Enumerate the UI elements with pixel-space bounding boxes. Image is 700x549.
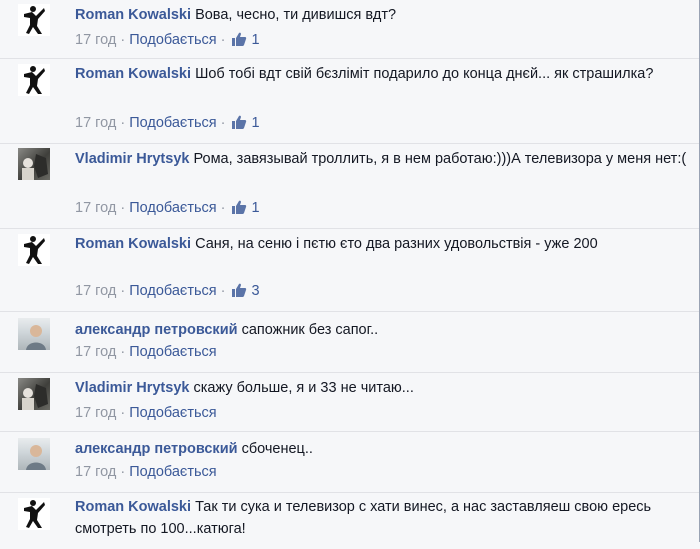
avatar[interactable] bbox=[18, 148, 50, 180]
comment-author[interactable]: Roman Kowalski bbox=[75, 499, 191, 515]
comment-item: Vladimir Hrytsyk скажу больше, я и 33 не… bbox=[0, 372, 699, 431]
comment-item: александр петровский сбоченец.. 17 год · П… bbox=[0, 431, 699, 492]
comment-text: Вова, чесно, ти дивишся вдт? bbox=[195, 7, 397, 23]
comment-text: сбоченец.. bbox=[241, 441, 313, 457]
comment-author[interactable]: Roman Kowalski bbox=[75, 236, 191, 252]
comment-text: сапожник без сапог.. bbox=[241, 322, 379, 338]
thumbs-up-icon bbox=[232, 200, 247, 214]
like-count[interactable]: 1 bbox=[229, 200, 260, 216]
comment-text: Саня, на сеню і пєтю єто два разних удов… bbox=[195, 236, 598, 252]
comment-item: Vladimir Hrytsyk Рома, завязывай троллит… bbox=[0, 143, 699, 228]
comment-body: Roman Kowalski Так ти сука и телевизор с… bbox=[75, 496, 689, 540]
comment-author[interactable]: александр петровский bbox=[75, 441, 238, 457]
comment-timestamp[interactable]: 17 год bbox=[75, 115, 116, 131]
comment-timestamp[interactable]: 17 год bbox=[75, 344, 116, 360]
comment-timestamp[interactable]: 17 год bbox=[75, 464, 116, 480]
comment-timestamp[interactable]: 17 год bbox=[75, 405, 116, 421]
like-count[interactable]: 3 bbox=[229, 283, 260, 299]
comment-timestamp[interactable]: 17 год bbox=[75, 32, 116, 48]
comment-body: Vladimir Hrytsyk Рома, завязывай троллит… bbox=[75, 148, 689, 170]
comment-list: Roman Kowalski Вова, чесно, ти дивишся в… bbox=[0, 0, 699, 549]
comment-meta: 17 год · Подобається · 1 bbox=[75, 200, 260, 216]
thumbs-up-icon bbox=[232, 283, 247, 297]
comment-body: Vladimir Hrytsyk скажу больше, я и 33 не… bbox=[75, 377, 689, 399]
comment-text: скажу больше, я и 33 не читаю... bbox=[193, 380, 414, 396]
person-photo-icon bbox=[22, 384, 48, 410]
person-photo-icon bbox=[22, 154, 48, 180]
like-button[interactable]: Подобається bbox=[129, 405, 216, 421]
avatar[interactable] bbox=[18, 498, 50, 530]
avatar[interactable] bbox=[18, 318, 50, 350]
avatar[interactable] bbox=[18, 438, 50, 470]
comment-timestamp[interactable]: 17 год bbox=[75, 200, 116, 216]
like-button[interactable]: Подобається bbox=[129, 283, 216, 299]
comment-body: александр петровский сапожник без сапог.… bbox=[75, 319, 689, 341]
like-button[interactable]: Подобається bbox=[129, 464, 216, 480]
banksy-flower-thrower-icon bbox=[18, 4, 50, 36]
comment-meta: 17 год · Подобається · 3 bbox=[75, 283, 260, 299]
person-photo-icon bbox=[26, 325, 46, 350]
comment-meta: 17 год · Подобається bbox=[75, 464, 217, 480]
comment-timestamp[interactable]: 17 год bbox=[75, 283, 116, 299]
comment-meta: 17 год · Подобається · 1 bbox=[75, 115, 260, 131]
like-count[interactable]: 1 bbox=[229, 115, 260, 131]
like-button[interactable]: Подобається bbox=[129, 344, 216, 360]
comment-author[interactable]: Vladimir Hrytsyk bbox=[75, 380, 189, 396]
comment-text: Рома, завязывай троллить, я в нем работа… bbox=[193, 151, 687, 167]
comment-body: александр петровский сбоченец.. bbox=[75, 438, 689, 460]
comment-author[interactable]: Vladimir Hrytsyk bbox=[75, 151, 189, 167]
comment-meta: 17 год · Подобається bbox=[75, 405, 217, 421]
avatar[interactable] bbox=[18, 234, 50, 266]
banksy-flower-thrower-icon bbox=[18, 64, 50, 96]
comment-body: Roman Kowalski Шоб тобі вдт свій бєзлімі… bbox=[75, 63, 689, 85]
avatar[interactable] bbox=[18, 378, 50, 410]
comment-item: Roman Kowalski Вова, чесно, ти дивишся в… bbox=[0, 0, 699, 58]
comment-item: александр петровский сапожник без сапог.… bbox=[0, 311, 699, 372]
comment-meta: 17 год · Подобається · 1 bbox=[75, 32, 260, 48]
banksy-flower-thrower-icon bbox=[18, 234, 50, 266]
person-photo-icon bbox=[26, 445, 46, 470]
thumbs-up-icon bbox=[232, 32, 247, 46]
comment-item: Roman Kowalski Шоб тобі вдт свій бєзлімі… bbox=[0, 58, 699, 143]
banksy-flower-thrower-icon bbox=[18, 498, 50, 530]
comment-item: Roman Kowalski Саня, на сеню і пєтю єто … bbox=[0, 228, 699, 311]
comment-body: Roman Kowalski Саня, на сеню і пєтю єто … bbox=[75, 233, 689, 255]
like-button[interactable]: Подобається bbox=[129, 115, 216, 131]
comment-author[interactable]: александр петровский bbox=[75, 322, 238, 338]
comment-author[interactable]: Roman Kowalski bbox=[75, 66, 191, 82]
avatar[interactable] bbox=[18, 64, 50, 96]
like-count[interactable]: 1 bbox=[229, 32, 260, 48]
comment-item: Roman Kowalski Так ти сука и телевизор с… bbox=[0, 492, 699, 549]
comment-body: Roman Kowalski Вова, чесно, ти дивишся в… bbox=[75, 4, 689, 26]
like-button[interactable]: Подобається bbox=[129, 200, 216, 216]
comment-text: Шоб тобі вдт свій бєзліміт подарило до к… bbox=[195, 66, 654, 82]
thumbs-up-icon bbox=[232, 115, 247, 129]
comment-author[interactable]: Roman Kowalski bbox=[75, 7, 191, 23]
comment-meta: 17 год · Подобається bbox=[75, 344, 217, 360]
like-button[interactable]: Подобається bbox=[129, 32, 216, 48]
avatar[interactable] bbox=[18, 4, 50, 36]
